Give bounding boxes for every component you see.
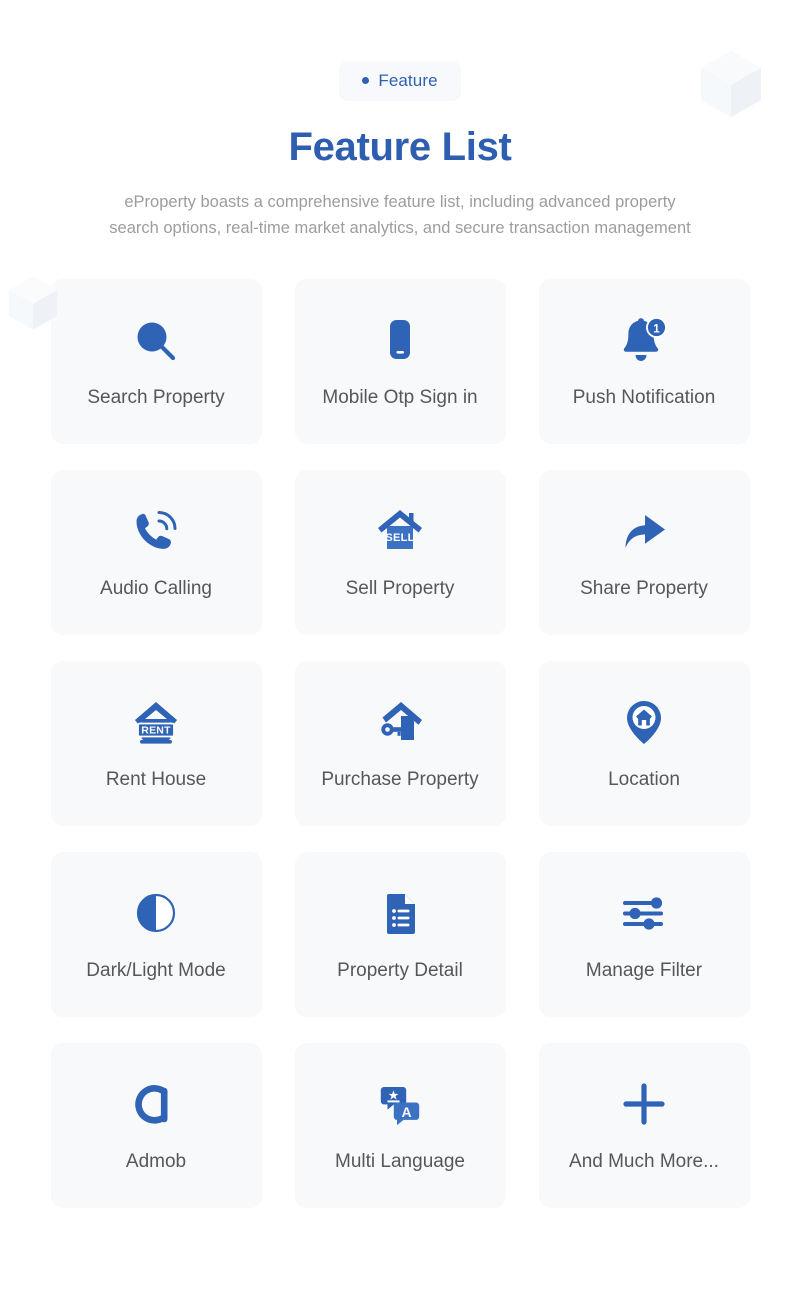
feature-badge-label: Feature [378, 71, 438, 90]
bullet-dot-icon [362, 77, 370, 84]
feature-card-purchase-property[interactable]: Purchase Property [294, 661, 506, 827]
admob-icon [128, 1077, 184, 1135]
feature-card-label: And Much More... [569, 1151, 719, 1173]
house-sign-text: SELL [385, 532, 414, 544]
house-sign-text: RENT [141, 725, 171, 737]
feature-card-admob[interactable]: Admob [50, 1043, 262, 1209]
feature-card-share-property[interactable]: Share Property [538, 470, 750, 636]
feature-card-label: Manage Filter [585, 960, 703, 982]
feature-card-label: Purchase Property [321, 769, 479, 791]
feature-card-property-detail[interactable]: Property Detail [294, 852, 506, 1018]
feature-card-sell-property[interactable]: SELL Sell Property [294, 470, 506, 636]
map-pin-house-icon [616, 695, 672, 753]
feature-card-label: Mobile Otp Sign in [322, 387, 478, 409]
share-arrow-icon [616, 504, 672, 562]
house-rent-icon: RENT [128, 695, 184, 753]
feature-card-mobile-otp-sign-in[interactable]: Mobile Otp Sign in [294, 279, 506, 445]
bell-notification-icon: 1 [615, 313, 673, 371]
document-list-icon [372, 886, 428, 944]
feature-card-push-notification[interactable]: 1 Push Notification [538, 279, 750, 445]
phone-call-icon [128, 504, 184, 562]
feature-card-label: Audio Calling [100, 578, 212, 600]
feature-card-search-property[interactable]: Search Property [50, 279, 262, 445]
feature-card-label: Search Property [87, 387, 225, 409]
feature-card-label: Multi Language [335, 1151, 465, 1173]
page-subtitle: eProperty boasts a comprehensive feature… [109, 193, 691, 237]
filter-sliders-icon [616, 886, 672, 944]
feature-card-label: Share Property [580, 578, 708, 600]
feature-card-label: Rent House [105, 769, 207, 791]
feature-card-label: Property Detail [337, 960, 463, 982]
house-sell-icon: SELL [372, 504, 428, 562]
feature-grid: Search Property Mobile Otp Sign in 1 Pus… [50, 241, 750, 1209]
feature-card-label: Sell Property [345, 578, 455, 600]
plus-icon [616, 1077, 672, 1135]
house-key-icon [372, 695, 428, 753]
feature-card-audio-calling[interactable]: Audio Calling [50, 470, 262, 636]
mobile-phone-icon [372, 313, 428, 371]
page-header: Feature Feature List eProperty boasts a … [0, 0, 800, 241]
notification-badge-count: 1 [653, 323, 660, 335]
search-icon [128, 313, 184, 371]
half-circle-contrast-icon [128, 886, 184, 944]
feature-card-label: Location [608, 769, 680, 791]
translate-icon: A [372, 1077, 428, 1135]
feature-card-label: Push Notification [572, 387, 716, 409]
feature-card-multi-language[interactable]: A Multi Language [294, 1043, 506, 1209]
feature-card-label: Admob [125, 1151, 187, 1173]
feature-card-label: Dark/Light Mode [86, 960, 226, 982]
feature-card-dark-light-mode[interactable]: Dark/Light Mode [50, 852, 262, 1018]
feature-card-location[interactable]: Location [538, 661, 750, 827]
feature-card-and-much-more[interactable]: And Much More... [538, 1043, 750, 1209]
page-title: Feature List [288, 125, 512, 169]
feature-card-manage-filter[interactable]: Manage Filter [538, 852, 750, 1018]
feature-badge: Feature [339, 61, 461, 101]
translate-letter-glyph: A [401, 1104, 411, 1120]
feature-list-page: Feature Feature List eProperty boasts a … [0, 0, 800, 1293]
feature-card-rent-house[interactable]: RENT Rent House [50, 661, 262, 827]
